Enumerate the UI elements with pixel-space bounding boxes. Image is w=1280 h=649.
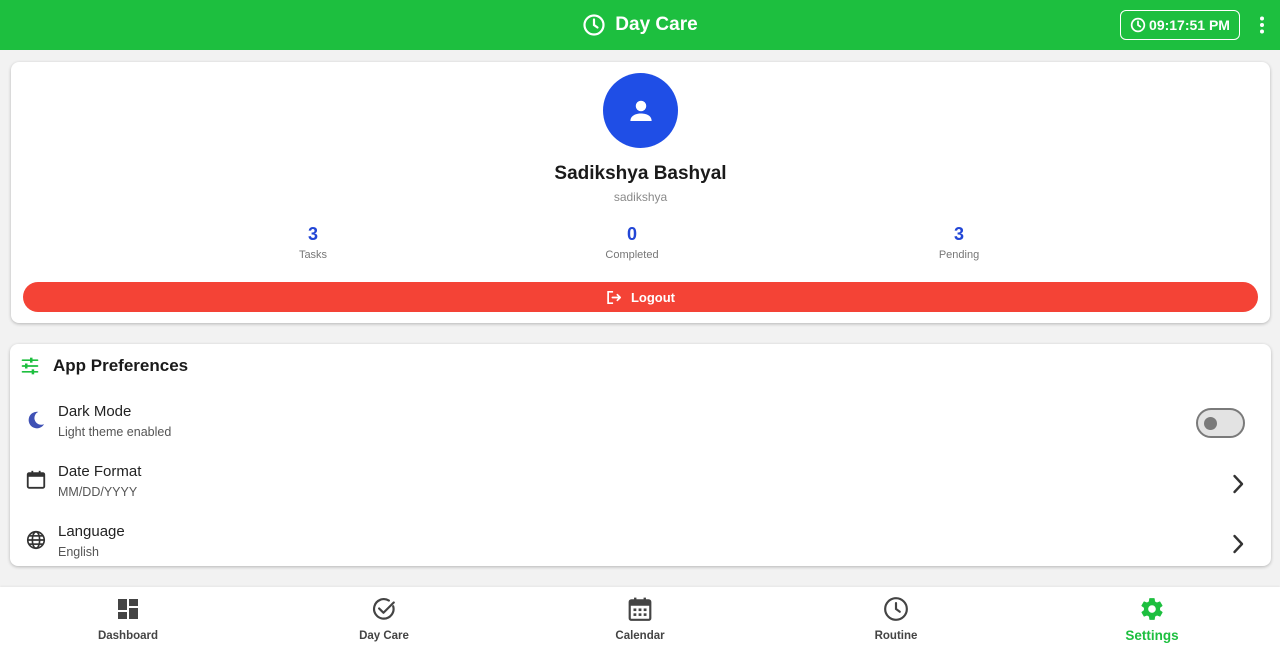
- more-vert-icon: [1260, 16, 1264, 34]
- pref-subtitle: Light theme enabled: [58, 425, 172, 439]
- profile-username: sadikshya: [613, 190, 668, 204]
- gear-icon: [1072, 596, 1232, 622]
- section-header: App Preferences: [20, 354, 188, 378]
- pref-language[interactable]: Language English: [10, 514, 1271, 570]
- nav-routine[interactable]: Routine: [816, 587, 976, 649]
- clock-icon: [816, 596, 976, 622]
- stat-pending: 3 Pending: [889, 224, 1029, 261]
- stat-label: Completed: [605, 249, 659, 261]
- stat-label: Tasks: [298, 249, 328, 261]
- app-preferences-card: App Preferences Dark Mode Light theme en…: [10, 344, 1271, 566]
- pref-dark-mode[interactable]: Dark Mode Light theme enabled: [10, 394, 1271, 450]
- app-title-text: Day Care: [615, 14, 698, 35]
- app-bar: Day Care 09:17:51 PM: [0, 0, 1280, 50]
- toggle-knob: [1204, 417, 1217, 430]
- dashboard-icon: [48, 596, 208, 622]
- logout-label: Logout: [630, 289, 676, 305]
- profile-name: Sadikshya Bashyal: [554, 163, 727, 184]
- calendar-icon: [560, 596, 720, 622]
- app-title: Day Care: [0, 0, 1280, 50]
- chevron-right-icon: [1228, 472, 1248, 496]
- clock-icon: [1130, 17, 1146, 33]
- nav-label: Day Care: [359, 630, 409, 642]
- overflow-menu-button[interactable]: [1252, 13, 1272, 37]
- clock-time: 09:17:51 PM: [1149, 17, 1230, 33]
- nav-calendar[interactable]: Calendar: [560, 587, 720, 649]
- globe-icon: [24, 528, 48, 552]
- pref-subtitle: English: [58, 545, 99, 559]
- profile-card: Sadikshya Bashyal sadikshya 3 Tasks 0 Co…: [11, 62, 1270, 323]
- person-icon: [629, 100, 652, 121]
- pref-title: Dark Mode: [58, 403, 132, 420]
- chevron-right-icon: [1228, 532, 1248, 556]
- bottom-navigation: Dashboard Day Care Calendar Routine Sett…: [0, 587, 1280, 649]
- clock-icon: [583, 14, 605, 36]
- moon-icon: [24, 408, 48, 432]
- stat-value: 3: [307, 224, 318, 244]
- pref-title: Language: [58, 523, 125, 540]
- tune-icon: [21, 357, 39, 375]
- stat-value: 0: [626, 224, 637, 244]
- nav-settings[interactable]: Settings: [1072, 587, 1232, 649]
- nav-label: Calendar: [615, 630, 665, 642]
- stat-value: 3: [953, 224, 964, 244]
- avatar[interactable]: [603, 73, 678, 148]
- stat-label: Pending: [938, 249, 980, 261]
- logout-icon: [607, 290, 621, 304]
- nav-dashboard[interactable]: Dashboard: [48, 587, 208, 649]
- pref-date-format[interactable]: Date Format MM/DD/YYYY: [10, 454, 1271, 510]
- nav-day-care[interactable]: Day Care: [304, 587, 464, 649]
- nav-label: Settings: [1125, 628, 1179, 643]
- clock-chip: 09:17:51 PM: [1120, 10, 1240, 40]
- nav-label: Routine: [874, 630, 918, 642]
- check-circle-icon: [304, 596, 464, 622]
- pref-title: Date Format: [58, 463, 142, 480]
- calendar-icon: [24, 468, 48, 492]
- logout-button[interactable]: Logout: [23, 282, 1258, 312]
- dark-mode-toggle[interactable]: [1196, 408, 1245, 438]
- nav-label: Dashboard: [97, 630, 159, 642]
- stat-completed: 0 Completed: [562, 224, 702, 261]
- stat-tasks: 3 Tasks: [243, 224, 383, 261]
- section-title: App Preferences: [53, 356, 189, 375]
- pref-subtitle: MM/DD/YYYY: [58, 485, 138, 499]
